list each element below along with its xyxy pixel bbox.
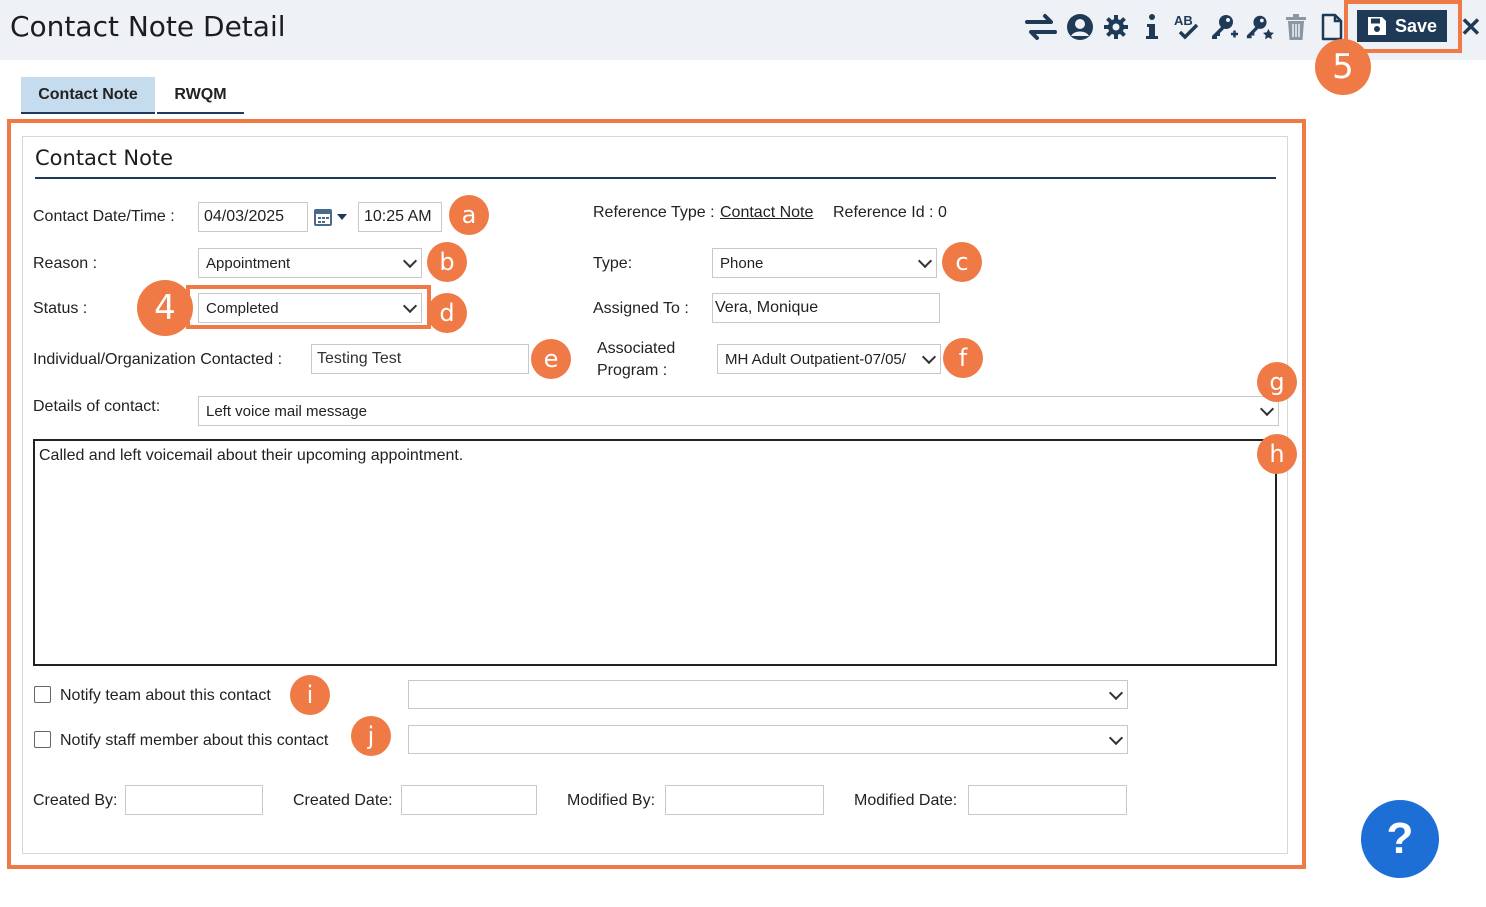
notify-team-checkbox[interactable] [34, 686, 51, 703]
svg-text:AB: AB [1174, 13, 1193, 28]
chevron-down-icon [1108, 685, 1124, 700]
associated-program-select[interactable]: MH Adult Outpatient-07/05/ [717, 344, 941, 374]
reference-type-label: Reference Type : [593, 204, 715, 221]
modified-date-input [968, 785, 1127, 815]
section-title: Contact Note [35, 146, 174, 170]
chevron-down-icon [917, 253, 933, 269]
step-badge-5: 5 [1315, 39, 1371, 95]
user-icon[interactable] [1065, 12, 1095, 42]
reason-select[interactable]: Appointment [198, 248, 422, 278]
notify-team-label: Notify team about this contact [60, 687, 271, 704]
chevron-down-icon [402, 253, 418, 269]
page-title: Contact Note Detail [10, 10, 286, 43]
badge-a: a [449, 195, 489, 235]
badge-d: d [427, 293, 467, 333]
badge-j: j [351, 716, 391, 756]
section-divider [35, 177, 1276, 179]
key-add-icon[interactable] [1209, 12, 1239, 42]
step-badge-4: 4 [137, 280, 193, 336]
contact-datetime-label: Contact Date/Time : [33, 208, 175, 225]
spellcheck-icon[interactable]: AB [1172, 12, 1202, 42]
created-date-label: Created Date: [293, 792, 393, 809]
created-by-input [125, 785, 263, 815]
reason-value: Appointment [206, 254, 291, 272]
details-of-contact-value: Left voice mail message [206, 402, 367, 420]
badge-i: i [290, 675, 330, 715]
assigned-to-input[interactable]: Vera, Monique [712, 293, 940, 323]
status-label: Status : [33, 300, 88, 317]
chevron-down-icon [1108, 730, 1124, 745]
info-icon[interactable] [1137, 12, 1167, 42]
modified-date-label: Modified Date: [854, 792, 958, 809]
modified-by-label: Modified By: [567, 792, 656, 809]
associated-program-label-line2: Program : [597, 362, 668, 379]
type-label: Type: [593, 255, 633, 272]
reference-type-link[interactable]: Contact Note [720, 204, 813, 222]
associated-program-value: MH Adult Outpatient-07/05/ [725, 350, 906, 368]
details-of-contact-label: Details of contact: [33, 398, 161, 415]
note-text: Called and left voicemail about their up… [39, 447, 464, 464]
badge-g: g [1257, 362, 1297, 402]
reference-id-label: Reference Id : 0 [833, 204, 947, 221]
modified-by-input [665, 785, 824, 815]
reason-label: Reason : [33, 255, 98, 272]
chevron-down-icon [1259, 401, 1275, 417]
save-highlight [1344, 0, 1462, 53]
type-select[interactable]: Phone [712, 248, 937, 278]
contact-time-input[interactable]: 10:25 AM [358, 202, 442, 232]
badge-h: h [1257, 434, 1297, 474]
tab-contact-note[interactable]: Contact Note [21, 77, 155, 114]
individual-contacted-input[interactable]: Testing Test [311, 344, 529, 374]
associated-program-label-line1: Associated [597, 340, 676, 357]
badge-c: c [942, 242, 982, 282]
badge-b: b [427, 242, 467, 282]
note-textarea[interactable]: Called and left voicemail about their up… [33, 439, 1277, 666]
trash-icon[interactable] [1281, 12, 1311, 42]
contact-date-input[interactable]: 04/03/2025 [198, 202, 308, 232]
help-button[interactable]: ? [1361, 800, 1439, 878]
notify-team-select[interactable] [408, 680, 1128, 709]
transfer-icon[interactable] [1023, 12, 1059, 42]
key-star-icon[interactable] [1245, 12, 1275, 42]
document-icon[interactable] [1317, 12, 1347, 42]
assigned-to-label: Assigned To : [593, 300, 689, 317]
chevron-down-icon [921, 349, 937, 365]
individual-contacted-label: Individual/Organization Contacted : [33, 351, 283, 368]
close-icon[interactable]: ✕ [1460, 12, 1482, 43]
tab-rwqm[interactable]: RWQM [157, 77, 244, 114]
status-highlight [186, 285, 431, 329]
created-date-input [401, 785, 537, 815]
notify-staff-label: Notify staff member about this contact [60, 732, 329, 749]
badge-e: e [531, 339, 571, 379]
details-of-contact-select[interactable]: Left voice mail message [198, 396, 1279, 426]
badge-f: f [943, 338, 983, 378]
gear-icon[interactable] [1101, 12, 1131, 42]
notify-staff-checkbox[interactable] [34, 731, 51, 748]
created-by-label: Created By: [33, 792, 118, 809]
calendar-icon[interactable] [314, 207, 350, 232]
type-value: Phone [720, 254, 764, 272]
notify-staff-select[interactable] [408, 725, 1128, 754]
